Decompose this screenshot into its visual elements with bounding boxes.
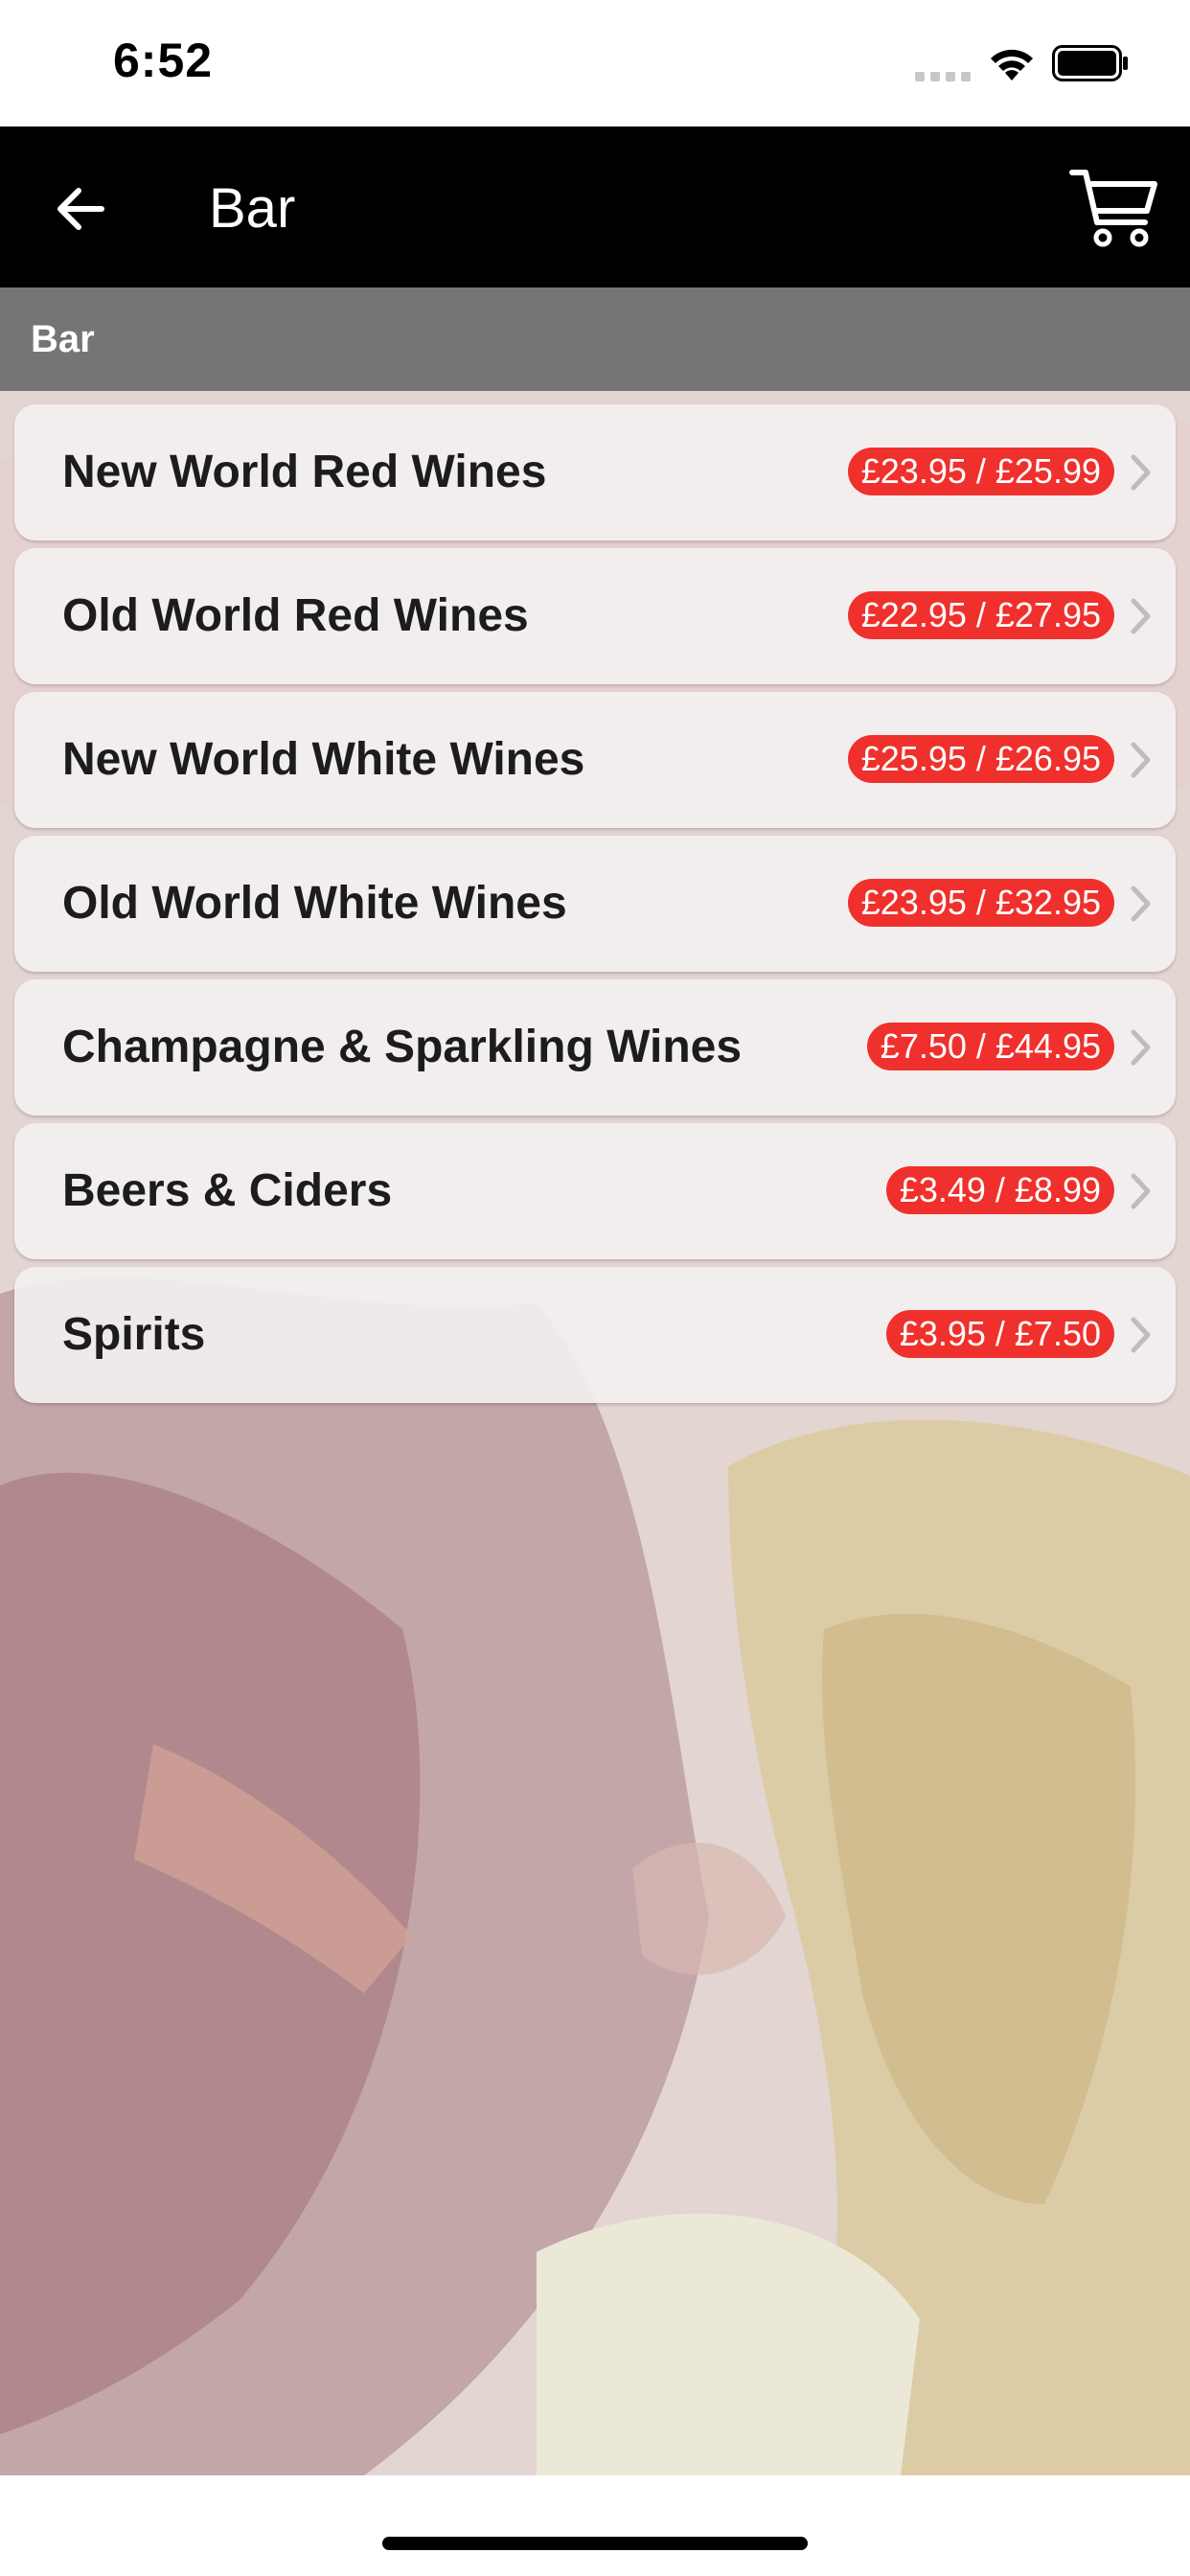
chevron-right-icon — [1131, 1173, 1151, 1209]
status-time: 6:52 — [113, 34, 214, 87]
back-button[interactable] — [42, 174, 119, 243]
price-badge: £23.95 / £32.95 — [847, 879, 1114, 927]
menu-item-title: Beers & Ciders — [62, 1165, 393, 1216]
chevron-right-icon — [1131, 1317, 1151, 1353]
menu-item-new-world-white-wines[interactable]: New World White Wines £25.95 / £26.95 — [14, 692, 1176, 828]
chevron-right-icon — [1131, 1029, 1151, 1066]
chevron-right-icon — [1131, 886, 1151, 922]
price-badge: £3.49 / £8.99 — [885, 1166, 1114, 1214]
menu-item-old-world-white-wines[interactable]: Old World White Wines £23.95 / £32.95 — [14, 836, 1176, 972]
menu-item-title: Spirits — [62, 1309, 206, 1360]
menu-item-title: Old World White Wines — [62, 878, 567, 929]
home-indicator[interactable] — [382, 2537, 808, 2550]
price-badge: £22.95 / £27.95 — [847, 591, 1114, 639]
menu-item-title: Old World Red Wines — [62, 590, 529, 641]
chevron-right-icon — [1131, 598, 1151, 634]
price-badge: £7.50 / £44.95 — [866, 1023, 1114, 1070]
signal-icon — [915, 72, 971, 81]
content-area: Bar New World Red Wines £23.95 / £25.99 … — [0, 288, 1190, 2475]
menu-item-title: New World White Wines — [62, 734, 585, 785]
price-badge: £25.95 / £26.95 — [847, 735, 1114, 783]
menu-item-new-world-red-wines[interactable]: New World Red Wines £23.95 / £25.99 — [14, 404, 1176, 540]
home-indicator-area — [0, 2475, 1190, 2576]
arrow-left-icon — [57, 188, 104, 230]
chevron-right-icon — [1131, 454, 1151, 491]
price-badge: £3.95 / £7.50 — [885, 1310, 1114, 1358]
wifi-icon — [991, 49, 1033, 80]
shopping-cart-icon — [1069, 170, 1157, 247]
menu-item-title: New World Red Wines — [62, 447, 547, 497]
section-header-label: Bar — [31, 318, 95, 360]
battery-icon — [1052, 45, 1128, 81]
menu-item-spirits[interactable]: Spirits £3.95 / £7.50 — [14, 1267, 1176, 1403]
nav-bar: Bar — [0, 126, 1190, 288]
chevron-right-icon — [1131, 742, 1151, 778]
section-header: Bar — [0, 288, 1190, 391]
menu-item-title: Champagne & Sparkling Wines — [62, 1022, 743, 1072]
menu-item-champagne-sparkling-wines[interactable]: Champagne & Sparkling Wines £7.50 / £44.… — [14, 979, 1176, 1116]
menu-item-old-world-red-wines[interactable]: Old World Red Wines £22.95 / £27.95 — [14, 548, 1176, 684]
menu-item-beers-ciders[interactable]: Beers & Ciders £3.49 / £8.99 — [14, 1123, 1176, 1259]
price-badge: £23.95 / £25.99 — [847, 448, 1114, 495]
menu-list: New World Red Wines £23.95 / £25.99 Old … — [14, 404, 1176, 1411]
cart-button[interactable] — [1068, 163, 1160, 249]
status-bar: 6:52 — [0, 0, 1190, 126]
page-title: Bar — [209, 177, 296, 240]
